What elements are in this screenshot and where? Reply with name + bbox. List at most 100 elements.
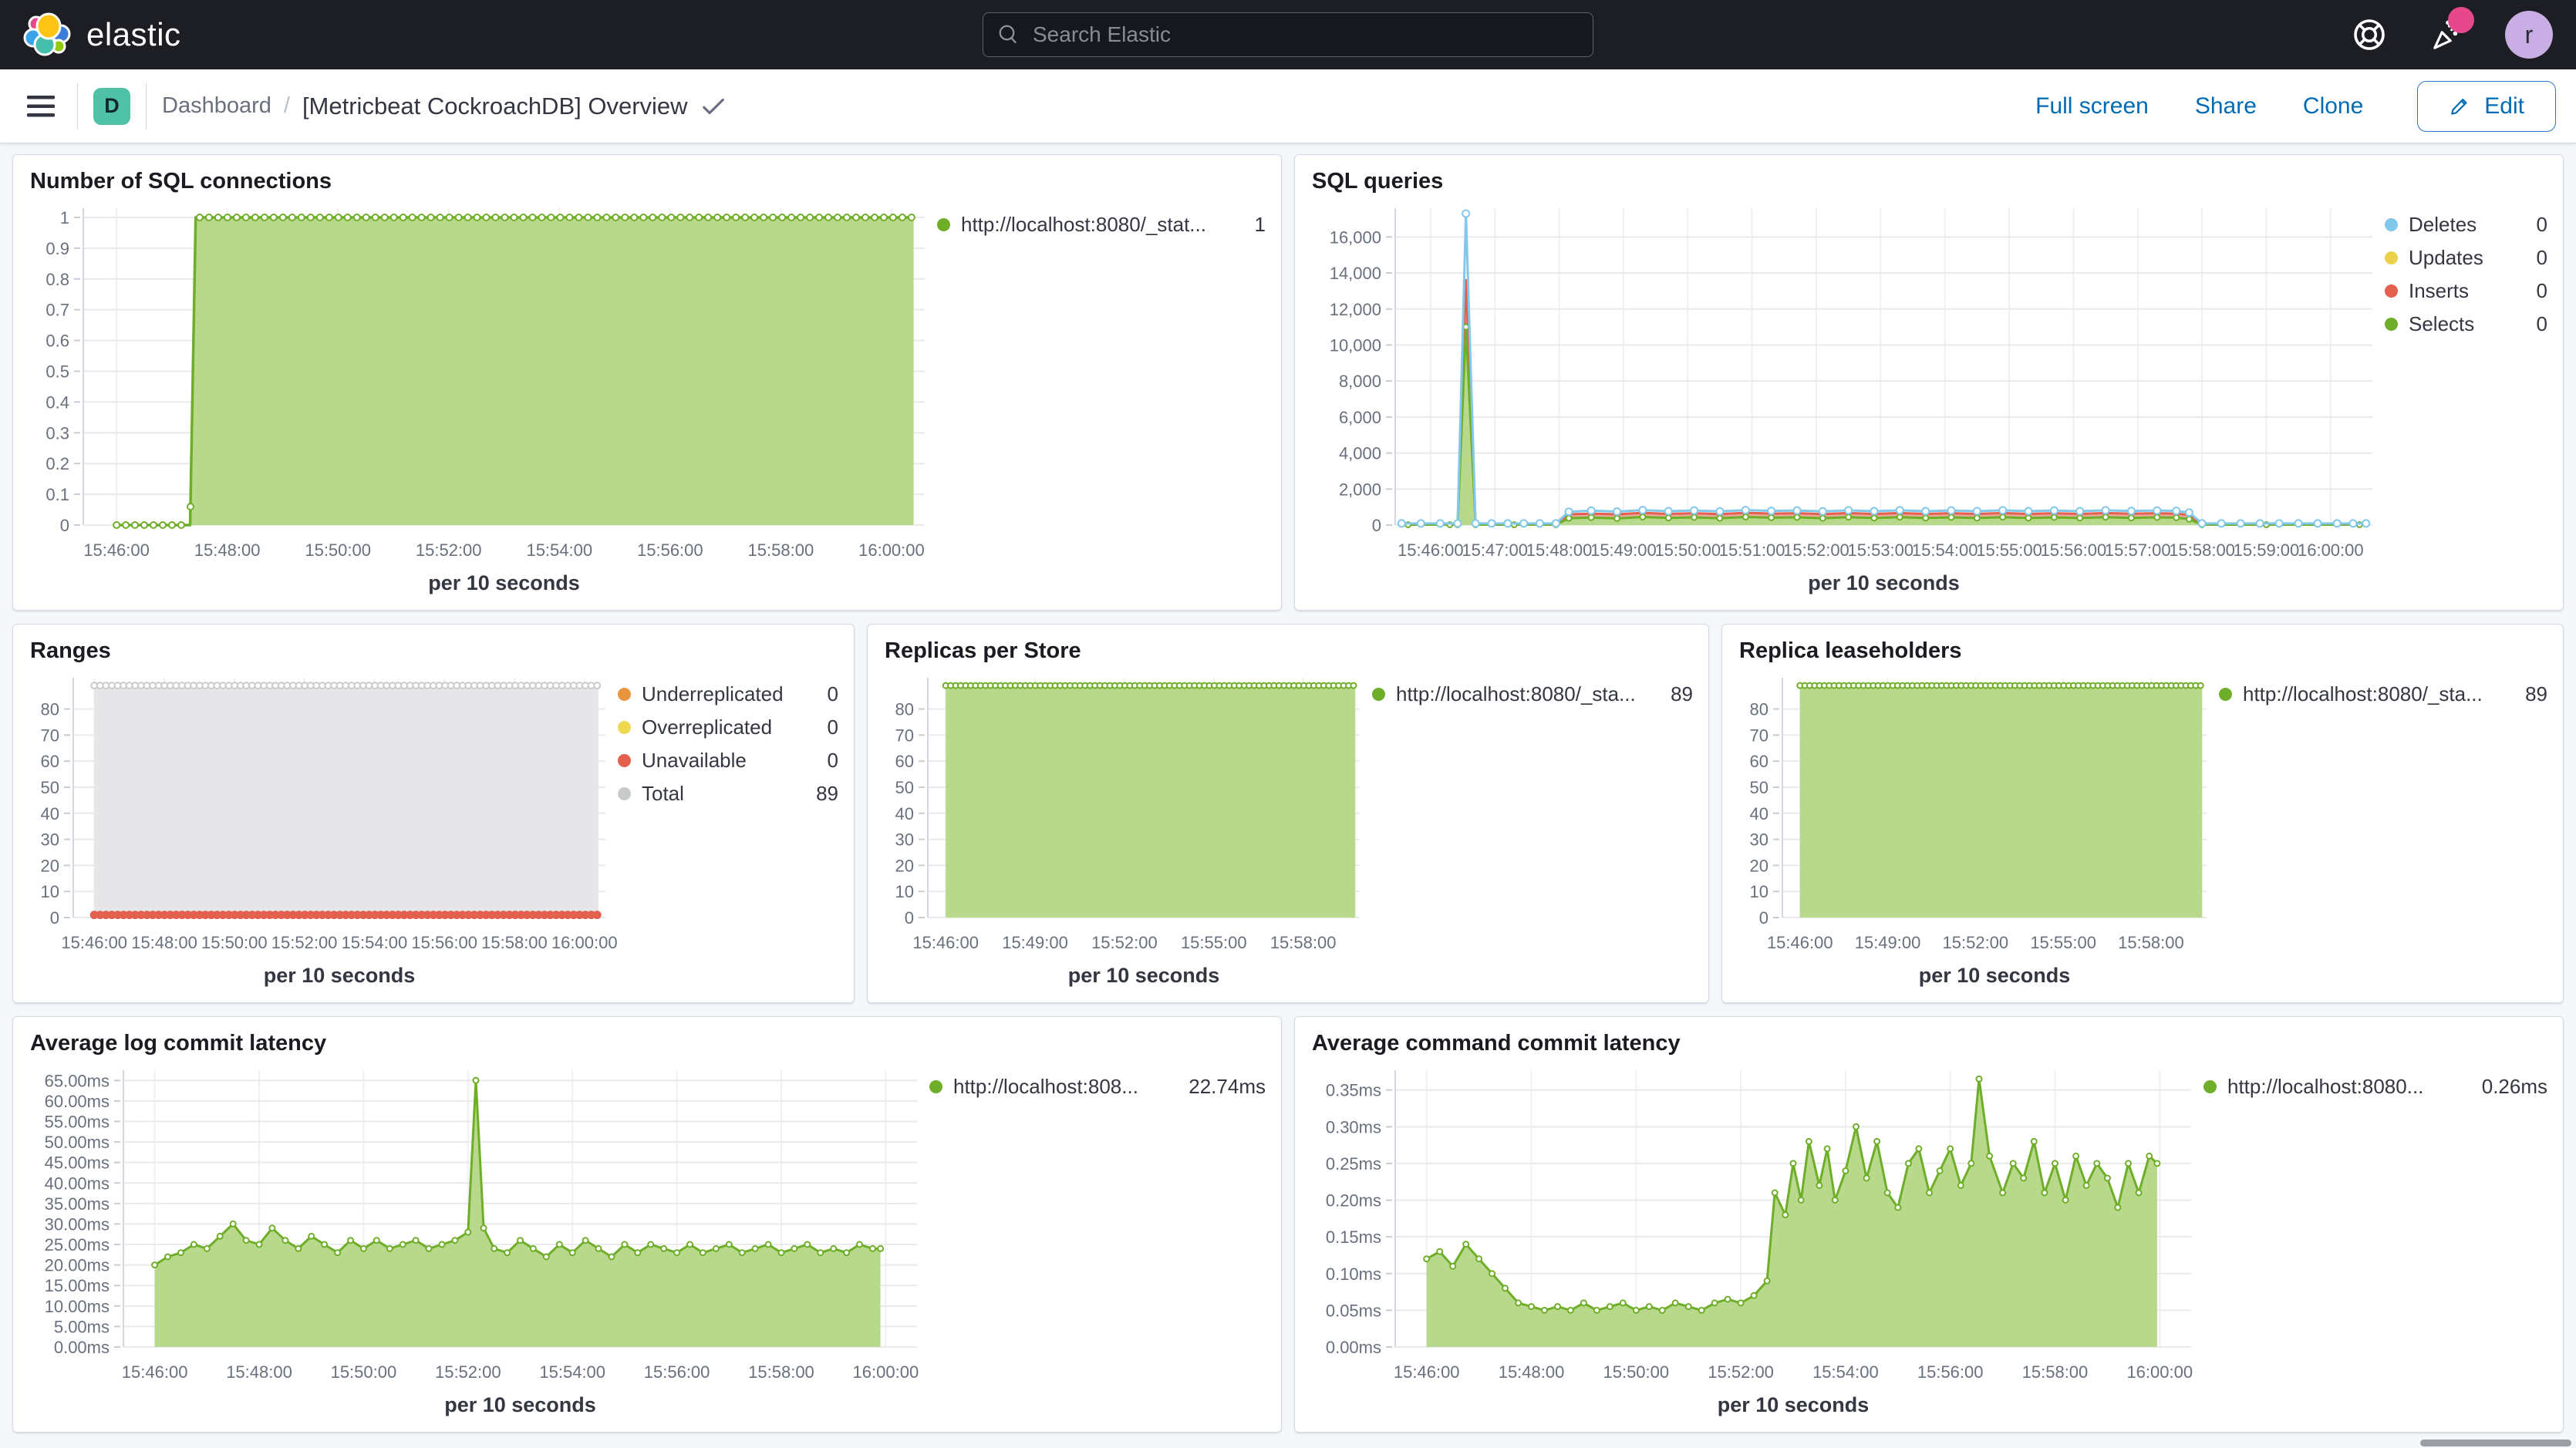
svg-text:50: 50 bbox=[41, 778, 59, 797]
elastic-brand[interactable]: elastic bbox=[23, 11, 181, 59]
legend-item: Inserts 0 bbox=[2385, 274, 2547, 308]
legend-value: 0 bbox=[2521, 279, 2547, 303]
svg-text:15:54:00: 15:54:00 bbox=[526, 540, 592, 560]
edit-button[interactable]: Edit bbox=[2417, 81, 2556, 132]
svg-text:15:46:00: 15:46:00 bbox=[122, 1362, 188, 1382]
legend: Deletes0Updates0Inserts0Selects0 bbox=[2385, 196, 2551, 602]
svg-text:0.00ms: 0.00ms bbox=[1326, 1338, 1381, 1357]
svg-text:15:52:00: 15:52:00 bbox=[1708, 1362, 1774, 1382]
svg-text:16:00:00: 16:00:00 bbox=[853, 1362, 919, 1382]
chart[interactable]: 15:46:0015:48:0015:50:0015:52:0015:54:00… bbox=[25, 665, 618, 995]
brand-name: elastic bbox=[86, 16, 181, 53]
elastic-logo-icon bbox=[23, 11, 71, 59]
chart[interactable]: 15:46:0015:48:0015:50:0015:52:0015:54:00… bbox=[1307, 1058, 2203, 1424]
svg-text:15:56:00: 15:56:00 bbox=[644, 1362, 710, 1382]
breadcrumb-dashboard[interactable]: Dashboard bbox=[162, 93, 271, 119]
svg-text:15:55:00: 15:55:00 bbox=[1976, 540, 2042, 560]
notification-dot bbox=[2448, 7, 2474, 33]
whats-new-button[interactable] bbox=[2426, 13, 2470, 56]
legend-value: 0.26ms bbox=[2466, 1075, 2547, 1099]
svg-text:15:50:00: 15:50:00 bbox=[201, 933, 268, 952]
svg-text:15:52:00: 15:52:00 bbox=[435, 1362, 501, 1382]
legend-value: 0 bbox=[2521, 246, 2547, 270]
svg-text:40.00ms: 40.00ms bbox=[45, 1174, 110, 1193]
svg-text:0.1: 0.1 bbox=[46, 485, 69, 504]
share-button[interactable]: Share bbox=[2195, 93, 2257, 120]
svg-text:0.4: 0.4 bbox=[46, 392, 69, 412]
svg-text:15:57:00: 15:57:00 bbox=[2105, 540, 2171, 560]
chart[interactable]: 15:46:0015:48:0015:50:0015:52:0015:54:00… bbox=[25, 1058, 929, 1424]
svg-text:per 10 seconds: per 10 seconds bbox=[1068, 964, 1220, 987]
chart[interactable]: 15:46:0015:49:0015:52:0015:55:0015:58:00… bbox=[1735, 665, 2219, 995]
legend: Underreplicated0Overreplicated0Unavailab… bbox=[618, 665, 841, 995]
svg-text:10: 10 bbox=[1750, 882, 1768, 901]
dashboard-header-bar: D Dashboard / [Metricbeat CockroachDB] O… bbox=[0, 69, 2576, 143]
page-title: [Metricbeat CockroachDB] Overview bbox=[302, 93, 688, 120]
svg-text:0: 0 bbox=[1372, 516, 1381, 535]
svg-text:12,000: 12,000 bbox=[1330, 300, 1381, 319]
legend-item: Unavailable0 bbox=[618, 744, 838, 777]
search-input[interactable] bbox=[1033, 22, 1579, 47]
svg-text:per 10 seconds: per 10 seconds bbox=[444, 1393, 596, 1416]
svg-text:0.3: 0.3 bbox=[46, 423, 69, 443]
svg-text:15:49:00: 15:49:00 bbox=[1002, 933, 1068, 952]
divider bbox=[146, 83, 147, 130]
svg-text:60.00ms: 60.00ms bbox=[45, 1092, 110, 1111]
svg-text:70: 70 bbox=[1750, 726, 1768, 745]
svg-text:15:50:00: 15:50:00 bbox=[331, 1362, 397, 1382]
legend-value: 89 bbox=[801, 782, 838, 806]
chart[interactable]: 15:46:0015:48:0015:50:0015:52:0015:54:00… bbox=[25, 196, 937, 602]
dashboard-grid: Number of SQL connections 15:46:0015:48:… bbox=[0, 143, 2576, 1439]
svg-text:per 10 seconds: per 10 seconds bbox=[1919, 964, 2071, 987]
edit-button-label: Edit bbox=[2484, 93, 2524, 120]
svg-text:15:48:00: 15:48:00 bbox=[194, 540, 261, 560]
legend-label: Inserts bbox=[2409, 279, 2469, 303]
svg-text:15:46:00: 15:46:00 bbox=[1398, 540, 1464, 560]
main-menu-button[interactable] bbox=[20, 86, 62, 127]
series-color-dot bbox=[618, 787, 631, 800]
svg-text:30: 30 bbox=[41, 830, 59, 850]
help-button[interactable] bbox=[2348, 13, 2391, 56]
user-avatar[interactable]: r bbox=[2505, 11, 2553, 59]
legend-item: http://localhost:8080/_stat...1 bbox=[937, 208, 1266, 241]
svg-text:20.00ms: 20.00ms bbox=[45, 1256, 110, 1275]
panel-sql-queries: SQL queries 15:46:0015:47:0015:48:0015:4… bbox=[1294, 154, 2564, 611]
svg-text:15:50:00: 15:50:00 bbox=[1603, 1362, 1669, 1382]
title-options-chevron[interactable] bbox=[702, 98, 725, 115]
panel-ranges: Ranges 15:46:0015:48:0015:50:0015:52:001… bbox=[12, 624, 855, 1003]
svg-text:15:51:00: 15:51:00 bbox=[1719, 540, 1785, 560]
legend-value: 0 bbox=[2521, 312, 2547, 336]
clone-button[interactable]: Clone bbox=[2303, 93, 2363, 120]
series-color-dot bbox=[618, 754, 631, 767]
svg-text:15:52:00: 15:52:00 bbox=[1783, 540, 1849, 560]
legend-label: Deletes bbox=[2409, 213, 2477, 237]
svg-text:15:58:00: 15:58:00 bbox=[2118, 933, 2184, 952]
svg-text:15:47:00: 15:47:00 bbox=[1462, 540, 1528, 560]
svg-text:15:56:00: 15:56:00 bbox=[411, 933, 477, 952]
svg-text:15:58:00: 15:58:00 bbox=[748, 1362, 814, 1382]
svg-text:15:56:00: 15:56:00 bbox=[1917, 1362, 1984, 1382]
legend-label: http://localhost:8080/_sta... bbox=[2243, 682, 2483, 706]
svg-text:4,000: 4,000 bbox=[1339, 444, 1381, 463]
global-search[interactable] bbox=[983, 12, 1593, 57]
legend: http://localhost:808...22.74ms bbox=[929, 1058, 1269, 1424]
svg-text:15:46:00: 15:46:00 bbox=[1767, 933, 1833, 952]
chart[interactable]: 15:46:0015:47:0015:48:0015:49:0015:50:00… bbox=[1307, 196, 2385, 602]
series-color-dot bbox=[618, 721, 631, 734]
svg-text:30: 30 bbox=[1750, 830, 1768, 850]
chart[interactable]: 15:46:0015:49:0015:52:0015:55:0015:58:00… bbox=[880, 665, 1372, 995]
svg-text:10,000: 10,000 bbox=[1330, 335, 1381, 355]
horizontal-scrollbar-thumb[interactable] bbox=[2420, 1440, 2571, 1446]
svg-text:10: 10 bbox=[895, 882, 914, 901]
svg-text:15:58:00: 15:58:00 bbox=[1270, 933, 1337, 952]
svg-text:20: 20 bbox=[41, 856, 59, 875]
svg-text:15:48:00: 15:48:00 bbox=[1499, 1362, 1565, 1382]
svg-text:70: 70 bbox=[895, 726, 914, 745]
svg-text:15:58:00: 15:58:00 bbox=[481, 933, 548, 952]
svg-text:40: 40 bbox=[895, 804, 914, 823]
space-selector-badge[interactable]: D bbox=[93, 88, 130, 125]
panel-title: Replica leaseholders bbox=[1739, 638, 2551, 664]
panel-sql-connections: Number of SQL connections 15:46:0015:48:… bbox=[12, 154, 1282, 611]
full-screen-button[interactable]: Full screen bbox=[2035, 93, 2149, 120]
svg-text:60: 60 bbox=[895, 752, 914, 771]
